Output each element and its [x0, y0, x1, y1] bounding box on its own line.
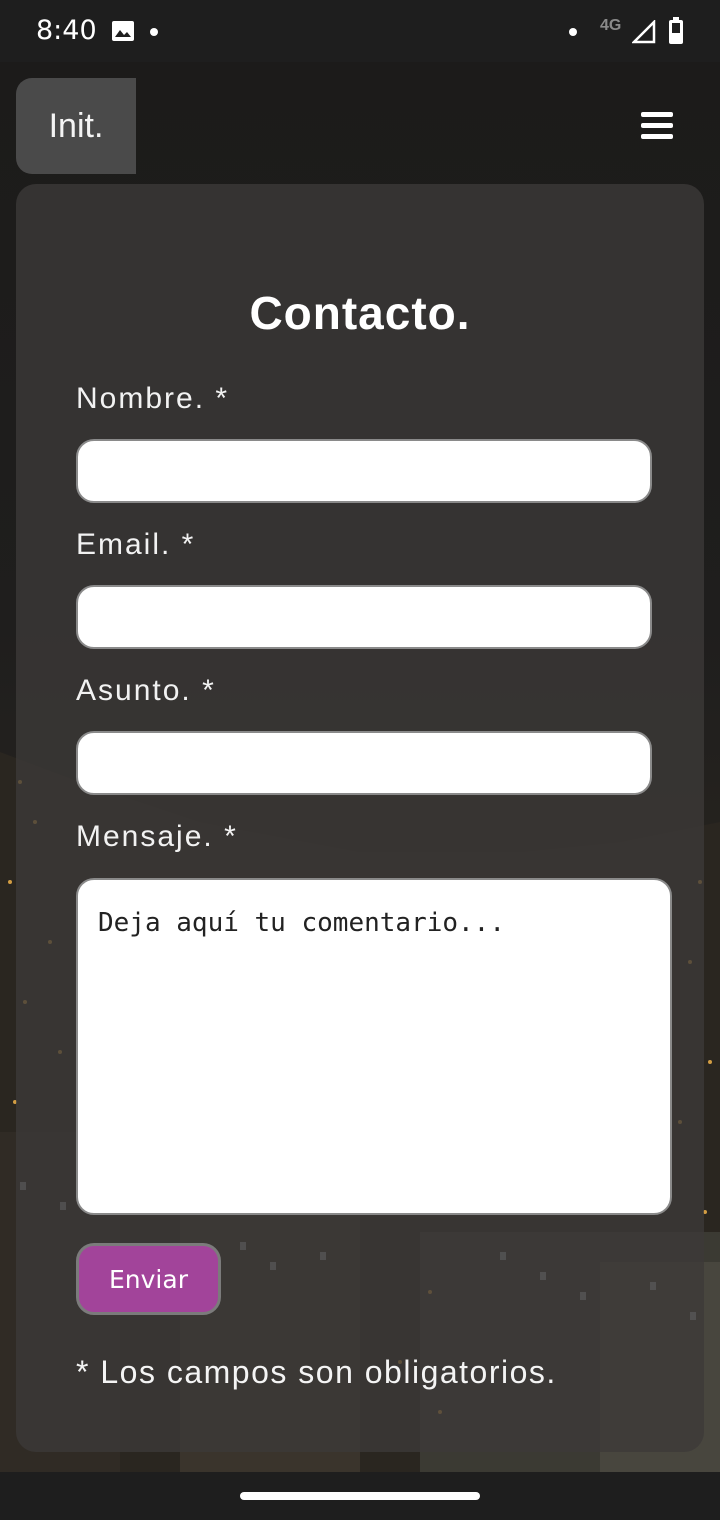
- navigation-bar: [0, 1472, 720, 1520]
- notification-dot-icon: [150, 28, 158, 36]
- page-title: Contacto.: [249, 287, 471, 339]
- name-label: Nombre. *: [76, 382, 230, 415]
- hamburger-menu-icon[interactable]: [641, 112, 673, 140]
- home-handle[interactable]: [240, 1492, 480, 1500]
- logo-text: Init.: [48, 107, 104, 145]
- status-bar: 8:40 4G: [0, 0, 720, 62]
- logo-button[interactable]: Init.: [16, 78, 136, 174]
- status-dot-icon: [569, 28, 577, 36]
- subject-input[interactable]: [76, 731, 652, 795]
- signal-icon: [632, 20, 656, 44]
- email-input[interactable]: [76, 585, 652, 649]
- battery-icon: [669, 17, 683, 44]
- required-note: * Los campos son obligatorios.: [76, 1354, 557, 1390]
- email-label: Email. *: [76, 528, 196, 561]
- subject-label: Asunto. *: [76, 674, 216, 707]
- message-label: Mensaje. *: [76, 820, 238, 853]
- message-textarea[interactable]: [76, 878, 672, 1215]
- network-type: 4G: [600, 17, 622, 34]
- status-time: 8:40: [36, 15, 97, 46]
- gallery-icon: [112, 21, 134, 41]
- send-button[interactable]: Enviar: [76, 1243, 221, 1315]
- name-input[interactable]: [76, 439, 652, 503]
